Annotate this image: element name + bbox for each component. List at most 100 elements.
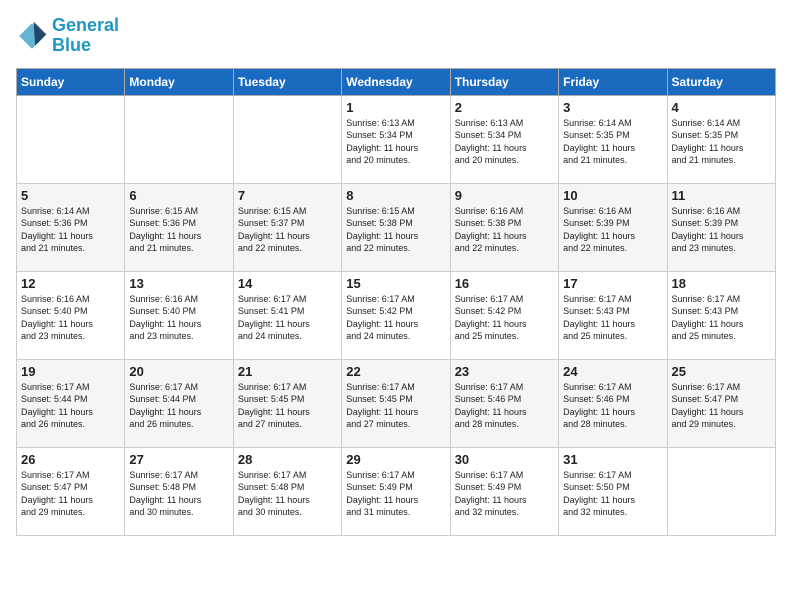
cell-info: Sunrise: 6:13 AM Sunset: 5:34 PM Dayligh… — [346, 117, 445, 167]
cell-info: Sunrise: 6:16 AM Sunset: 5:40 PM Dayligh… — [21, 293, 120, 343]
calendar-cell: 18 Sunrise: 6:17 AM Sunset: 5:43 PM Dayli… — [667, 271, 775, 359]
calendar-cell: 15 Sunrise: 6:17 AM Sunset: 5:42 PM Dayli… — [342, 271, 450, 359]
calendar-cell: 3 Sunrise: 6:14 AM Sunset: 5:35 PM Daylig… — [559, 95, 667, 183]
column-header-wednesday: Wednesday — [342, 68, 450, 95]
page-header: General Blue — [16, 16, 776, 56]
day-number: 7 — [238, 188, 337, 203]
cell-info: Sunrise: 6:15 AM Sunset: 5:36 PM Dayligh… — [129, 205, 228, 255]
calendar-cell — [125, 95, 233, 183]
cell-info: Sunrise: 6:17 AM Sunset: 5:46 PM Dayligh… — [455, 381, 554, 431]
column-header-sunday: Sunday — [17, 68, 125, 95]
cell-info: Sunrise: 6:17 AM Sunset: 5:43 PM Dayligh… — [563, 293, 662, 343]
cell-info: Sunrise: 6:17 AM Sunset: 5:50 PM Dayligh… — [563, 469, 662, 519]
day-number: 2 — [455, 100, 554, 115]
cell-info: Sunrise: 6:17 AM Sunset: 5:49 PM Dayligh… — [346, 469, 445, 519]
calendar-cell: 31 Sunrise: 6:17 AM Sunset: 5:50 PM Dayli… — [559, 447, 667, 535]
calendar-cell: 12 Sunrise: 6:16 AM Sunset: 5:40 PM Dayli… — [17, 271, 125, 359]
cell-info: Sunrise: 6:13 AM Sunset: 5:34 PM Dayligh… — [455, 117, 554, 167]
day-number: 18 — [672, 276, 771, 291]
day-number: 24 — [563, 364, 662, 379]
logo-icon — [16, 20, 48, 52]
day-number: 14 — [238, 276, 337, 291]
calendar-cell: 29 Sunrise: 6:17 AM Sunset: 5:49 PM Dayli… — [342, 447, 450, 535]
cell-info: Sunrise: 6:16 AM Sunset: 5:39 PM Dayligh… — [672, 205, 771, 255]
calendar-header-row: SundayMondayTuesdayWednesdayThursdayFrid… — [17, 68, 776, 95]
cell-info: Sunrise: 6:17 AM Sunset: 5:43 PM Dayligh… — [672, 293, 771, 343]
calendar-cell: 24 Sunrise: 6:17 AM Sunset: 5:46 PM Dayli… — [559, 359, 667, 447]
cell-info: Sunrise: 6:15 AM Sunset: 5:38 PM Dayligh… — [346, 205, 445, 255]
calendar-cell: 9 Sunrise: 6:16 AM Sunset: 5:38 PM Daylig… — [450, 183, 558, 271]
cell-info: Sunrise: 6:17 AM Sunset: 5:42 PM Dayligh… — [455, 293, 554, 343]
cell-info: Sunrise: 6:14 AM Sunset: 5:36 PM Dayligh… — [21, 205, 120, 255]
calendar-body: 1 Sunrise: 6:13 AM Sunset: 5:34 PM Daylig… — [17, 95, 776, 535]
day-number: 5 — [21, 188, 120, 203]
cell-info: Sunrise: 6:17 AM Sunset: 5:45 PM Dayligh… — [238, 381, 337, 431]
day-number: 9 — [455, 188, 554, 203]
cell-info: Sunrise: 6:17 AM Sunset: 5:42 PM Dayligh… — [346, 293, 445, 343]
day-number: 16 — [455, 276, 554, 291]
day-number: 8 — [346, 188, 445, 203]
calendar-cell: 17 Sunrise: 6:17 AM Sunset: 5:43 PM Dayli… — [559, 271, 667, 359]
calendar-cell: 25Sunrise: 6:17 AM Sunset: 5:47 PM Dayli… — [667, 359, 775, 447]
calendar-cell: 27Sunrise: 6:17 AM Sunset: 5:48 PM Dayli… — [125, 447, 233, 535]
day-number: 11 — [672, 188, 771, 203]
calendar-week-4: 19 Sunrise: 6:17 AM Sunset: 5:44 PM Dayli… — [17, 359, 776, 447]
cell-info: Sunrise: 6:15 AM Sunset: 5:37 PM Dayligh… — [238, 205, 337, 255]
calendar-cell: 1 Sunrise: 6:13 AM Sunset: 5:34 PM Daylig… — [342, 95, 450, 183]
cell-info: Sunrise: 6:14 AM Sunset: 5:35 PM Dayligh… — [563, 117, 662, 167]
calendar-cell — [667, 447, 775, 535]
calendar-cell: 8 Sunrise: 6:15 AM Sunset: 5:38 PM Daylig… — [342, 183, 450, 271]
day-number: 12 — [21, 276, 120, 291]
cell-info: Sunrise: 6:17 AM Sunset: 5:46 PM Dayligh… — [563, 381, 662, 431]
day-number: 29 — [346, 452, 445, 467]
day-number: 25 — [672, 364, 771, 379]
cell-info: Sunrise: 6:17 AM Sunset: 5:49 PM Dayligh… — [455, 469, 554, 519]
day-number: 13 — [129, 276, 228, 291]
calendar-cell: 26Sunrise: 6:17 AM Sunset: 5:47 PM Dayli… — [17, 447, 125, 535]
day-number: 4 — [672, 100, 771, 115]
cell-info: Sunrise: 6:17 AM Sunset: 5:44 PM Dayligh… — [21, 381, 120, 431]
day-number: 21 — [238, 364, 337, 379]
cell-info: Sunrise: 6:14 AM Sunset: 5:35 PM Dayligh… — [672, 117, 771, 167]
column-header-friday: Friday — [559, 68, 667, 95]
calendar-cell: 14Sunrise: 6:17 AM Sunset: 5:41 PM Dayli… — [233, 271, 341, 359]
calendar-cell: 21 Sunrise: 6:17 AM Sunset: 5:45 PM Dayli… — [233, 359, 341, 447]
day-number: 17 — [563, 276, 662, 291]
calendar-cell: 10 Sunrise: 6:16 AM Sunset: 5:39 PM Dayli… — [559, 183, 667, 271]
day-number: 3 — [563, 100, 662, 115]
calendar-cell — [233, 95, 341, 183]
day-number: 1 — [346, 100, 445, 115]
day-number: 31 — [563, 452, 662, 467]
calendar-cell: 2 Sunrise: 6:13 AM Sunset: 5:34 PM Daylig… — [450, 95, 558, 183]
column-header-monday: Monday — [125, 68, 233, 95]
cell-info: Sunrise: 6:16 AM Sunset: 5:39 PM Dayligh… — [563, 205, 662, 255]
calendar-week-2: 5 Sunrise: 6:14 AM Sunset: 5:36 PM Daylig… — [17, 183, 776, 271]
calendar-cell: 19 Sunrise: 6:17 AM Sunset: 5:44 PM Dayli… — [17, 359, 125, 447]
day-number: 28 — [238, 452, 337, 467]
day-number: 20 — [129, 364, 228, 379]
day-number: 22 — [346, 364, 445, 379]
calendar-cell: 11 Sunrise: 6:16 AM Sunset: 5:39 PM Dayli… — [667, 183, 775, 271]
day-number: 10 — [563, 188, 662, 203]
cell-info: Sunrise: 6:17 AM Sunset: 5:44 PM Dayligh… — [129, 381, 228, 431]
cell-info: Sunrise: 6:16 AM Sunset: 5:40 PM Dayligh… — [129, 293, 228, 343]
cell-info: Sunrise: 6:17 AM Sunset: 5:45 PM Dayligh… — [346, 381, 445, 431]
cell-info: Sunrise: 6:16 AM Sunset: 5:38 PM Dayligh… — [455, 205, 554, 255]
calendar-cell: 22 Sunrise: 6:17 AM Sunset: 5:45 PM Dayli… — [342, 359, 450, 447]
calendar-week-5: 26Sunrise: 6:17 AM Sunset: 5:47 PM Dayli… — [17, 447, 776, 535]
cell-info: Sunrise: 6:17 AM Sunset: 5:48 PM Dayligh… — [238, 469, 337, 519]
day-number: 15 — [346, 276, 445, 291]
column-header-tuesday: Tuesday — [233, 68, 341, 95]
calendar-cell — [17, 95, 125, 183]
calendar-cell: 4 Sunrise: 6:14 AM Sunset: 5:35 PM Daylig… — [667, 95, 775, 183]
calendar-cell: 6Sunrise: 6:15 AM Sunset: 5:36 PM Daylig… — [125, 183, 233, 271]
calendar-cell: 28 Sunrise: 6:17 AM Sunset: 5:48 PM Dayli… — [233, 447, 341, 535]
calendar-cell: 16 Sunrise: 6:17 AM Sunset: 5:42 PM Dayli… — [450, 271, 558, 359]
calendar-cell: 13 Sunrise: 6:16 AM Sunset: 5:40 PM Dayli… — [125, 271, 233, 359]
cell-info: Sunrise: 6:17 AM Sunset: 5:47 PM Dayligh… — [21, 469, 120, 519]
calendar-table: SundayMondayTuesdayWednesdayThursdayFrid… — [16, 68, 776, 536]
day-number: 19 — [21, 364, 120, 379]
calendar-cell: 7 Sunrise: 6:15 AM Sunset: 5:37 PM Daylig… — [233, 183, 341, 271]
cell-info: Sunrise: 6:17 AM Sunset: 5:48 PM Dayligh… — [129, 469, 228, 519]
calendar-cell: 30Sunrise: 6:17 AM Sunset: 5:49 PM Dayli… — [450, 447, 558, 535]
